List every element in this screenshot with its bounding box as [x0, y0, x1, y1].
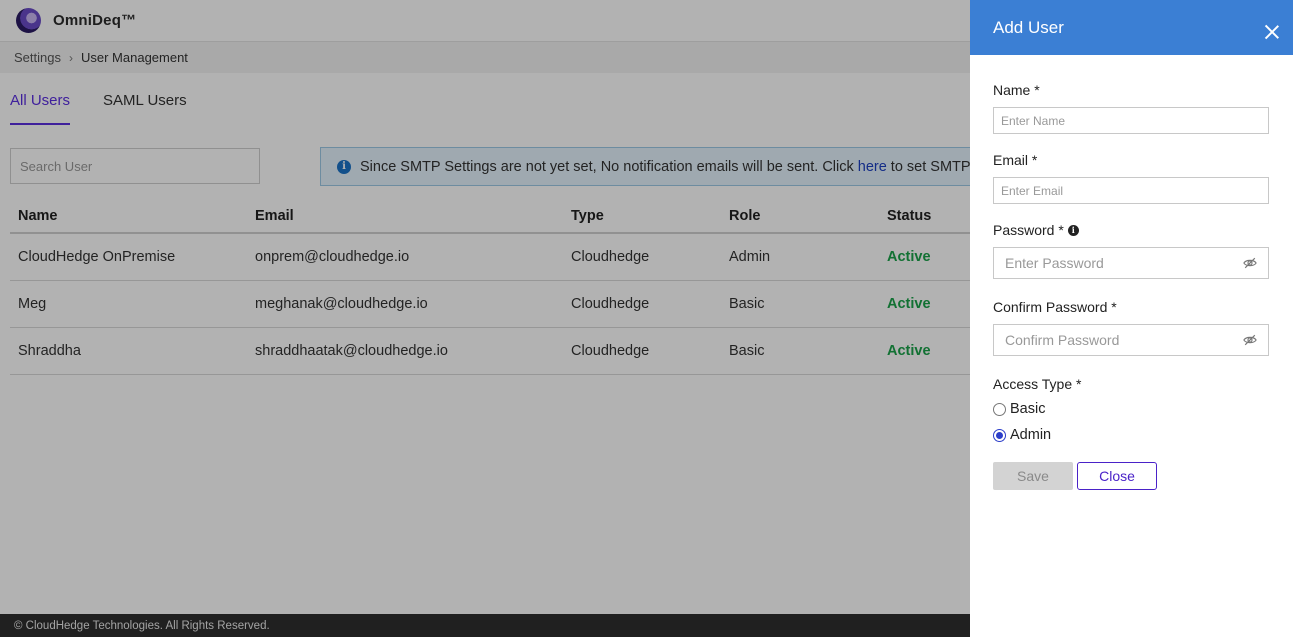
- email-group: Email *: [993, 151, 1269, 204]
- basic-radio-label: Basic: [1010, 401, 1046, 417]
- info-icon[interactable]: i: [1067, 224, 1079, 236]
- panel-header: Add User: [970, 0, 1293, 55]
- password-group: Password * i: [993, 221, 1269, 279]
- name-label: Name *: [993, 82, 1040, 98]
- password-label-row: Password * i: [993, 221, 1269, 239]
- confirm-password-input[interactable]: [993, 324, 1269, 356]
- add-user-panel: Add User Name * Email * Password * i: [970, 0, 1293, 637]
- add-user-form: Name * Email * Password * i Confirm P: [970, 55, 1293, 490]
- access-option-admin[interactable]: Admin: [993, 425, 1269, 445]
- password-input[interactable]: [993, 247, 1269, 279]
- email-input[interactable]: [993, 177, 1269, 204]
- name-group: Name *: [993, 81, 1269, 134]
- eye-slash-icon[interactable]: [1243, 333, 1257, 347]
- confirm-password-wrapper: [993, 324, 1269, 356]
- admin-radio-label: Admin: [1010, 427, 1052, 443]
- panel-title: Add User: [993, 17, 1064, 37]
- password-wrapper: [993, 247, 1269, 279]
- access-type-label: Access Type *: [993, 376, 1082, 392]
- email-label: Email *: [993, 152, 1038, 168]
- password-label: Password *: [993, 222, 1064, 238]
- basic-radio[interactable]: [993, 402, 1006, 416]
- access-type-group: Access Type * Basic Admin: [993, 375, 1269, 445]
- access-option-basic[interactable]: Basic: [993, 399, 1269, 419]
- eye-slash-icon[interactable]: [1243, 256, 1257, 270]
- close-button[interactable]: Close: [1077, 462, 1157, 490]
- close-icon[interactable]: [1263, 23, 1281, 41]
- name-input[interactable]: [993, 107, 1269, 134]
- save-button[interactable]: Save: [993, 462, 1073, 490]
- confirm-password-group: Confirm Password *: [993, 298, 1269, 356]
- confirm-password-label: Confirm Password *: [993, 299, 1117, 315]
- admin-radio[interactable]: [993, 428, 1006, 442]
- form-actions: Save Close: [993, 462, 1269, 490]
